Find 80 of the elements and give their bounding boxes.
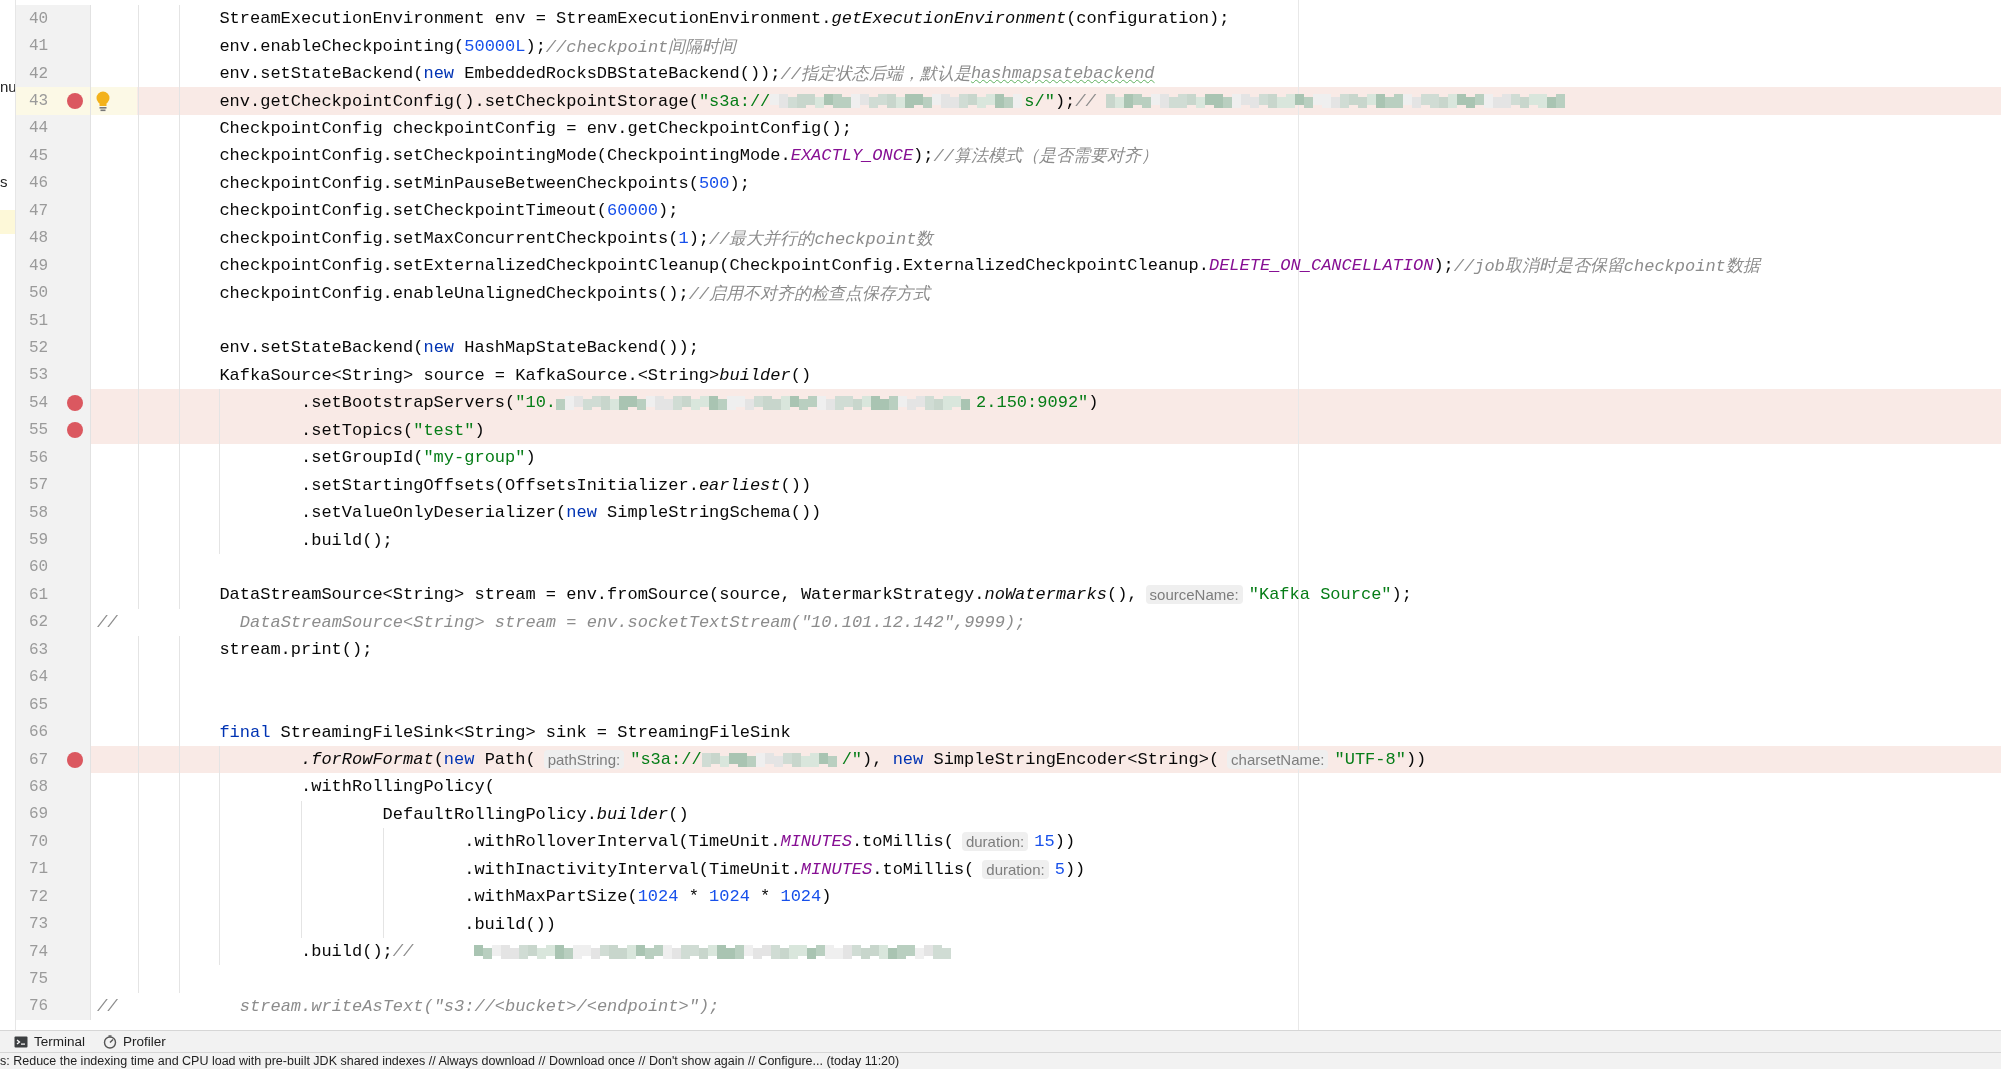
code-line: // DataStreamSource<String> stream = env.socketTextStream("10.101.12.142",9999);	[97, 612, 1026, 632]
code-line: .build();	[301, 530, 393, 550]
code-line: .setGroupId("my-group")	[301, 448, 536, 468]
code-line: StreamExecutionEnvironment env = StreamExecutionEnvironment.getExecutionEnvironment(configuration);	[219, 9, 1230, 29]
status-message: s: Reduce the indexing time and CPU load with pre-built JDK shared indexes // Always download // Download once // Don't show again // Configure... (today 11:20)	[0, 1052, 2001, 1069]
line-number: 56	[29, 448, 50, 467]
code-line: checkpointConfig.setCheckpointingMode(CheckpointingMode.EXACTLY_ONCE);//算法模式（是否需要对齐）	[219, 145, 1158, 168]
line-number: 58	[29, 503, 50, 522]
line-number: 63	[29, 640, 50, 659]
code-line: .withRolloverInterval(TimeUnit.MINUTES.toMillis( duration: 15))	[464, 832, 1076, 852]
code-line: .setStartingOffsets(OffsetsInitializer.earliest())	[301, 475, 812, 495]
line-number: 64	[29, 668, 50, 687]
line-number: 59	[29, 531, 50, 550]
code-line: .withMaxPartSize(1024 * 1024 * 1024)	[464, 887, 832, 907]
code-line: .withInactivityInterval(TimeUnit.MINUTES.toMillis( duration: 5))	[464, 859, 1086, 879]
line-number: 52	[29, 338, 50, 357]
breakpoint-icon[interactable]	[67, 394, 83, 411]
code-line: checkpointConfig.setExternalizedCheckpointCleanup(CheckpointConfig.ExternalizedCheckpointCleanup.DELETE_ON_CANCELLATION);//job取消时是否保留checkpoint数据	[219, 255, 1760, 278]
code-line: stream.print();	[219, 640, 373, 660]
line-number: 40	[29, 9, 50, 28]
line-number: 43	[29, 92, 50, 111]
line-number: 69	[29, 805, 50, 824]
code-line: checkpointConfig.setCheckpointTimeout(60000);	[219, 201, 679, 221]
code-line: .forRowFormat(new Path( pathString: "s3a:// /"), new SimpleStringEncoder<String>( charsetName: "UTF-8"))	[301, 750, 1427, 770]
line-number: 65	[29, 695, 50, 714]
code-line: .setBootstrapServers("10. 2.150:9092")	[301, 393, 1099, 413]
code-line: checkpointConfig.setMaxConcurrentCheckpoints(1);//最大并行的checkpoint数	[219, 227, 934, 250]
line-number: 48	[29, 229, 50, 248]
code-line: DataStreamSource<String> stream = env.fromSource(source, WatermarkStrategy.noWatermarks(), sourceName: "Kafka Source");	[219, 585, 1412, 605]
line-number: 54	[29, 393, 50, 412]
code-line: checkpointConfig.setMinPauseBetweenCheckpoints(500);	[219, 173, 750, 193]
line-number: 61	[29, 585, 50, 604]
line-number: 76	[29, 997, 50, 1016]
line-number: 49	[29, 256, 50, 275]
code-line: env.enableCheckpointing(50000L);//checkpoint间隔时间	[219, 35, 737, 58]
line-number: 41	[29, 37, 50, 56]
code-line: .setTopics("test")	[301, 420, 485, 440]
gauge-icon	[103, 1034, 117, 1049]
line-number: 62	[29, 613, 50, 632]
panel-label[interactable]: s	[0, 173, 15, 190]
code-line: DefaultRollingPolicy.builder()	[382, 804, 689, 824]
code-line: .build())	[464, 914, 556, 934]
line-number: 46	[29, 174, 50, 193]
line-number: 42	[29, 64, 50, 83]
line-number: 70	[29, 832, 50, 851]
code-line: checkpointConfig.enableUnalignedCheckpoints();//启用不对齐的检查点保存方式	[219, 282, 931, 305]
line-number: 75	[29, 970, 50, 989]
line-number: 66	[29, 723, 50, 742]
line-number: 72	[29, 887, 50, 906]
code-line: .withRollingPolicy(	[301, 777, 495, 797]
breakpoint-icon[interactable]	[67, 751, 83, 768]
line-number: 44	[29, 119, 50, 138]
line-number: 53	[29, 366, 50, 385]
tool-window-tab[interactable]: Terminal	[12, 1031, 87, 1052]
code-line: final StreamingFileSink<String> sink = StreamingFileSink	[219, 722, 791, 742]
line-number: 47	[29, 201, 50, 220]
line-number: 71	[29, 860, 50, 879]
code-line: env.getCheckpointConfig().setCheckpointStorage("s3a:// s/");//	[219, 91, 1571, 111]
line-number: 68	[29, 777, 50, 796]
line-number: 67	[29, 750, 50, 769]
line-number: 45	[29, 146, 50, 165]
tool-window-tab[interactable]: Profiler	[101, 1031, 168, 1052]
code-line: env.setStateBackend(new HashMapStateBackend());	[219, 338, 699, 358]
code-line: // stream.writeAsText("s3://<bucket>/<endpoint>");	[97, 996, 720, 1016]
breakpoint-icon[interactable]	[67, 422, 83, 439]
terminal-icon	[14, 1034, 28, 1049]
code-line: env.setStateBackend(new EmbeddedRocksDBStateBackend());//指定状态后端，默认是hashmapsatebackend	[219, 63, 1155, 86]
line-number: 55	[29, 421, 50, 440]
line-number: 57	[29, 476, 50, 495]
panel-label[interactable]: nu	[0, 78, 15, 95]
line-number: 60	[29, 558, 50, 577]
code-line: .build();//	[301, 942, 953, 962]
code-line: CheckpointConfig checkpointConfig = env.getCheckpointConfig();	[219, 118, 852, 138]
code-line: .setValueOnlyDeserializer(new SimpleStringSchema())	[301, 503, 822, 523]
breakpoint-icon[interactable]	[67, 93, 83, 110]
code-line: KafkaSource<String> source = KafkaSource.<String>builder()	[219, 365, 812, 385]
line-number: 74	[29, 942, 50, 961]
line-number: 51	[29, 311, 50, 330]
line-number: 73	[29, 915, 50, 934]
line-number: 50	[29, 284, 50, 303]
